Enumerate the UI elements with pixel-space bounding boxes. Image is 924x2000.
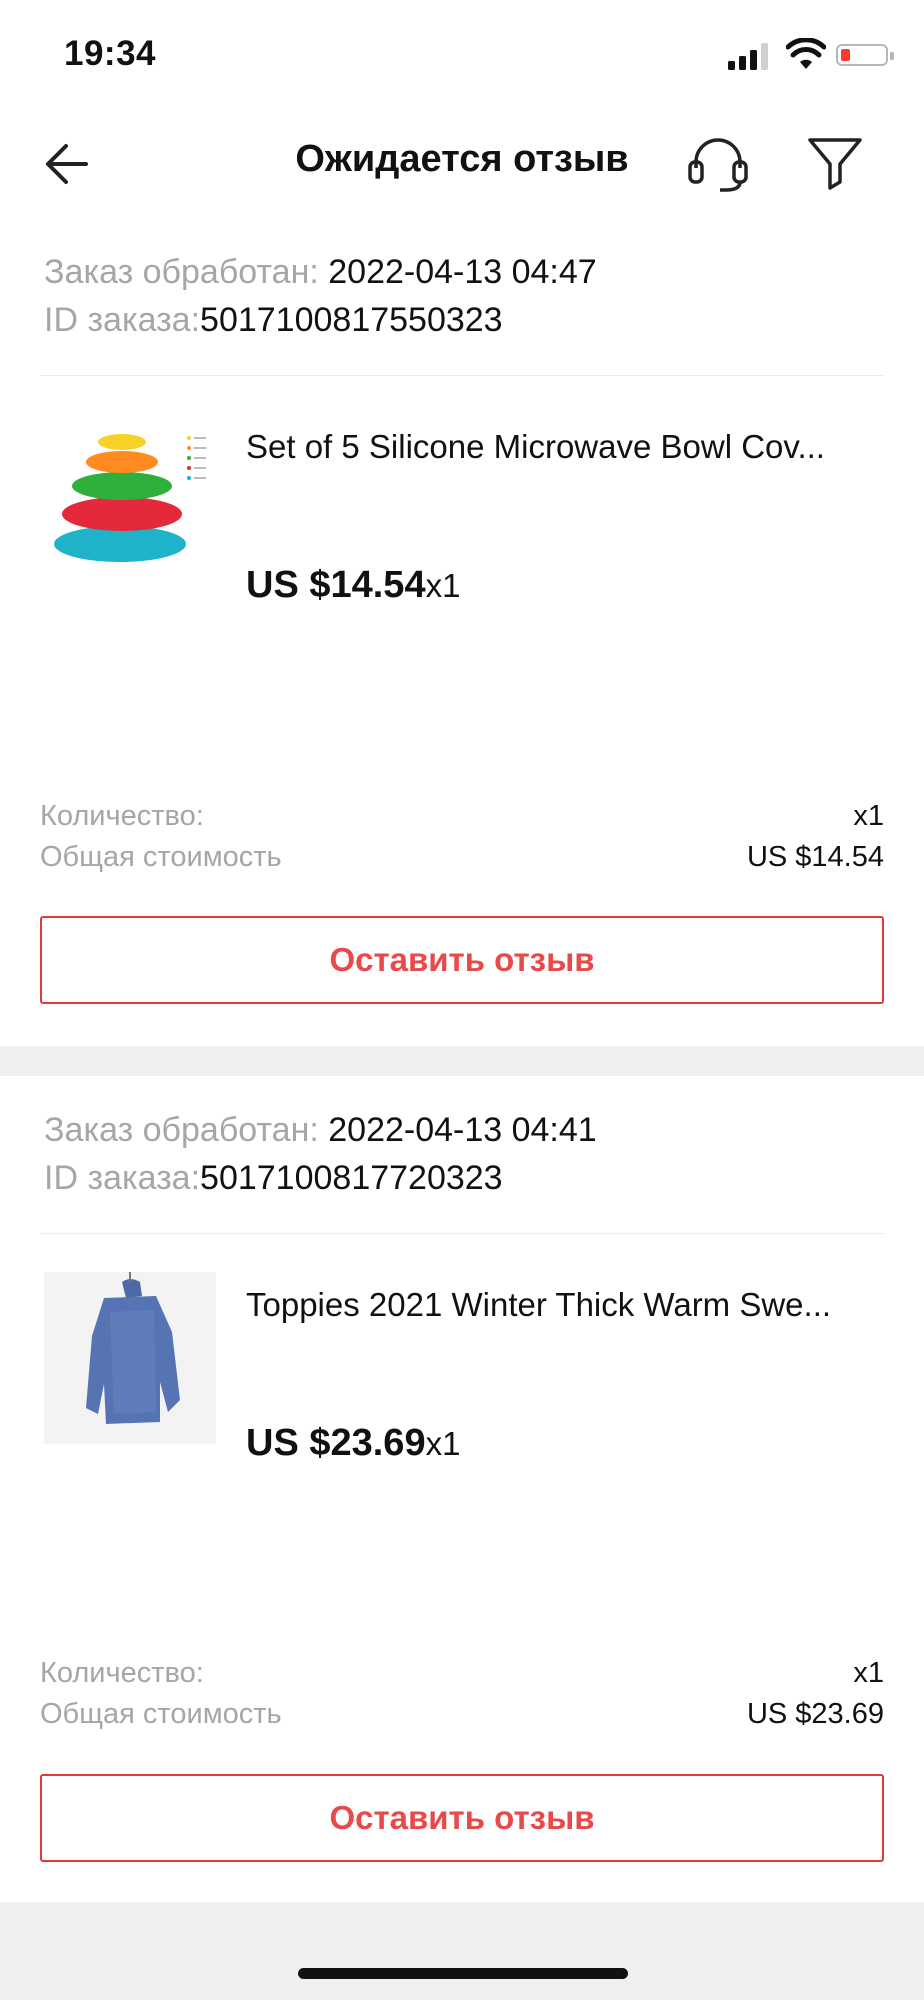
total-row: Общая стоимость US $23.69 <box>40 1698 884 1731</box>
quantity-value: x1 <box>853 800 884 832</box>
filter-funnel-icon[interactable] <box>806 134 864 192</box>
quantity-label: Количество: <box>40 800 204 832</box>
total-row: Общая стоимость US $14.54 <box>40 841 884 874</box>
wifi-icon <box>786 38 826 69</box>
cellular-signal-icon <box>728 42 772 70</box>
order-processed-label: Заказ обработан: <box>44 1111 319 1149</box>
leave-review-button[interactable]: Оставить отзыв <box>40 916 884 1004</box>
quantity-value: x1 <box>853 1657 884 1689</box>
product-quantity: x1 <box>425 1425 461 1462</box>
status-time: 19:34 <box>64 34 157 73</box>
product-title[interactable]: Toppies 2021 Winter Thick Warm Swe... <box>246 1286 886 1324</box>
leave-review-button[interactable]: Оставить отзыв <box>40 1774 884 1862</box>
quantity-row: Количество: x1 <box>40 800 884 833</box>
order-id-line: ID заказа:5017100817550323 <box>44 296 503 344</box>
total-label: Общая стоимость <box>40 1698 282 1730</box>
product-price-row: US $23.69x1 <box>246 1422 460 1465</box>
status-icons <box>728 38 894 78</box>
product-price-row: US $14.54x1 <box>246 564 460 607</box>
order-id-line: ID заказа:5017100817720323 <box>44 1154 503 1202</box>
battery-icon <box>836 44 894 66</box>
product-quantity: x1 <box>425 567 461 604</box>
total-value: US $14.54 <box>746 841 884 873</box>
page-title: Ожидается отзыв <box>295 138 629 180</box>
product-price: US $23.69 <box>246 1422 426 1464</box>
order-id-value: 5017100817550323 <box>200 301 503 339</box>
order-id-label: ID заказа: <box>44 301 201 339</box>
order-processed-line: Заказ обработан: 2022-04-13 04:41 <box>44 1106 597 1154</box>
order-processed-date: 2022-04-13 04:47 <box>328 253 597 291</box>
total-value: US $23.69 <box>746 1698 884 1730</box>
order-processed-date: 2022-04-13 04:41 <box>328 1111 597 1149</box>
product-price: US $14.54 <box>246 564 426 606</box>
order-id-label: ID заказа: <box>44 1159 201 1197</box>
arrow-left-icon[interactable] <box>40 136 96 192</box>
headset-icon[interactable] <box>686 134 750 192</box>
order-processed-line: Заказ обработан: 2022-04-13 04:47 <box>44 248 597 296</box>
battery-level <box>841 49 850 61</box>
product-title[interactable]: Set of 5 Silicone Microwave Bowl Cov... <box>246 428 886 466</box>
divider <box>40 375 884 376</box>
product-image-bowl-covers[interactable] <box>44 418 216 590</box>
total-label: Общая стоимость <box>40 841 282 873</box>
home-indicator[interactable] <box>298 1968 628 1979</box>
quantity-label: Количество: <box>40 1657 204 1689</box>
product-image-sweater[interactable] <box>44 1272 216 1444</box>
order-id-value: 5017100817720323 <box>200 1159 503 1197</box>
quantity-row: Количество: x1 <box>40 1657 884 1690</box>
order-processed-label: Заказ обработан: <box>44 253 319 291</box>
divider <box>40 1233 884 1234</box>
